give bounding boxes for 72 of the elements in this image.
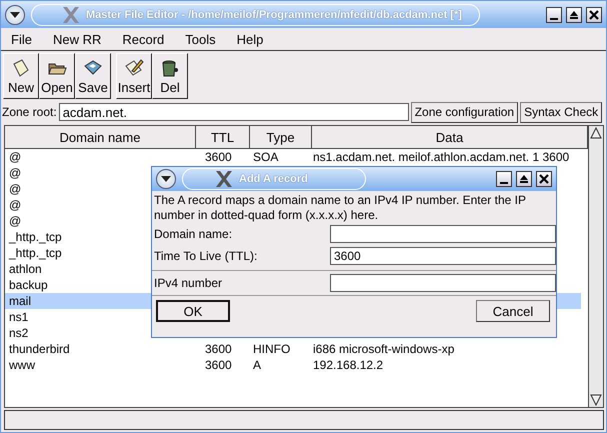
maximize-button[interactable] [566, 6, 582, 22]
input-field[interactable] [330, 274, 556, 292]
maximize-icon [569, 10, 579, 20]
table-cell-text: mail [8, 294, 32, 308]
caret-icon [10, 12, 20, 18]
table-cell-text: 3600 [204, 150, 233, 164]
toolbar-button[interactable]: Open [39, 53, 75, 99]
toolbar-button[interactable]: Save [75, 53, 111, 99]
input-field[interactable] [330, 225, 556, 243]
menu-item[interactable]: Tools [185, 32, 216, 46]
minimize-button[interactable] [496, 171, 512, 187]
table-cell-text: @ [8, 150, 22, 164]
maximize-button[interactable] [516, 171, 532, 187]
table-cell-text: A [252, 358, 262, 372]
table-cell-text: i686 microsoft-windows-xp [312, 342, 456, 356]
zone-root-label: Zone root: [1, 105, 57, 119]
close-button[interactable] [536, 171, 552, 187]
caret-icon [161, 176, 171, 182]
field-label: Time To Live (TTL): [154, 249, 258, 263]
input-field[interactable]: 3600 [330, 247, 556, 265]
column-header[interactable]: Domain name [5, 126, 196, 148]
scrollbar[interactable] [588, 126, 603, 407]
scroll-down-icon[interactable] [589, 393, 603, 407]
scroll-up-icon[interactable] [589, 126, 603, 140]
zone-button[interactable]: Syntax Check [520, 102, 602, 122]
page-icon [11, 58, 31, 78]
table-row[interactable]: www 3600 A 192.168.12.2 [5, 357, 581, 373]
toolbar-button[interactable]: Insert [116, 53, 152, 99]
column-header[interactable]: Data [312, 126, 588, 148]
table-row[interactable]: @ 3600 SOA ns1.acdam.net. meilof.athlon.acdam.net. 1 3600 [5, 149, 581, 165]
menu-item[interactable]: Record [122, 32, 164, 46]
table-cell-text: thunderbird [8, 342, 70, 356]
table-cell-text: 192.168.12.2 [312, 358, 384, 372]
table-cell-text: ns2 [8, 326, 28, 340]
table-row[interactable]: thunderbird 3600 HINFO i686 microsoft-windows-xp [5, 341, 581, 357]
close-icon [589, 10, 599, 20]
table-cell-text: 3600 [204, 342, 233, 356]
dialog-title: Add A record [239, 173, 308, 185]
table-cell-text: 3600 [204, 358, 233, 372]
zone-root-field[interactable]: acdam.net. [58, 103, 409, 121]
toolbar-button[interactable]: New [3, 53, 39, 99]
cancel-button[interactable]: Cancel [476, 300, 550, 322]
minimize-icon [500, 182, 508, 184]
close-button[interactable] [586, 6, 602, 22]
window-menu-button[interactable] [156, 169, 176, 189]
toolbar-button[interactable]: Del [152, 53, 188, 99]
minimize-button[interactable] [546, 6, 562, 22]
pencil-paper-icon [124, 58, 144, 78]
column-header[interactable]: TTL [196, 126, 250, 148]
x-logo-icon [215, 171, 233, 187]
field-label: IPv4 number [154, 276, 222, 290]
trash-icon [160, 58, 180, 78]
menu-item[interactable]: File [11, 32, 32, 46]
table-cell-text: @ [8, 182, 22, 196]
table-cell-text: HINFO [252, 342, 292, 356]
maximize-icon [519, 174, 529, 184]
column-header[interactable]: Type [250, 126, 312, 148]
menu-item[interactable]: Help [236, 32, 264, 46]
window-title: Master File Editor - /home/meilof/Programmeren/mfedit/db.acdam.net [*] [86, 8, 462, 20]
minimize-icon [550, 18, 558, 20]
window-menu-button[interactable] [5, 4, 25, 24]
table-cell-text: www [8, 358, 35, 372]
zone-button[interactable]: Zone configuration [410, 102, 518, 122]
x-logo-icon [62, 6, 80, 22]
dialog-description: The A record maps a domain name to an IPv4 IP number. Enter the IP number in dotted-quad form (x.x.x.x) here. [153, 192, 527, 223]
menu-item[interactable]: New RR [52, 32, 102, 46]
ok-button[interactable]: OK [156, 300, 230, 322]
close-icon [539, 174, 549, 184]
table-cell-text: ns1.acdam.net. meilof.athlon.acdam.net. 1 3600 [312, 150, 570, 164]
field-label: Domain name: [154, 227, 232, 241]
table-cell-text: SOA [252, 150, 280, 164]
table-cell-text: athlon [8, 262, 42, 276]
